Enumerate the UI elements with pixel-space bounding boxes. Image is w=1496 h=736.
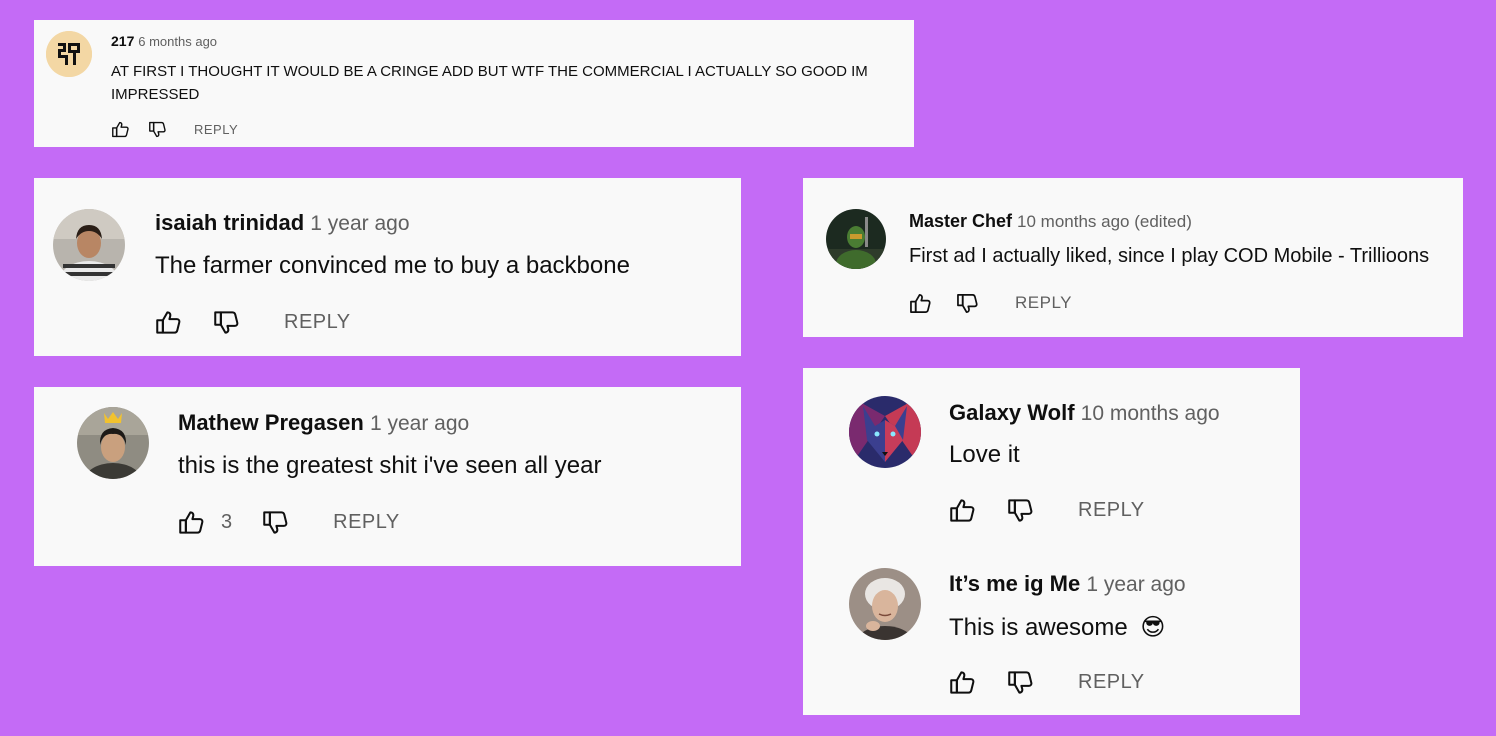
reply-button[interactable]: REPLY <box>1078 671 1145 694</box>
comment-author[interactable]: Master Chef <box>909 211 1012 231</box>
comment-text-row: This is awesome 😎 <box>949 613 1165 642</box>
comment-author[interactable]: Galaxy Wolf <box>949 400 1075 425</box>
dislike-icon[interactable] <box>1007 498 1034 523</box>
pixel-logo-avatar-icon[interactable] <box>46 31 92 77</box>
comment-text: this is the greatest shit i've seen all … <box>178 452 602 479</box>
reply-button[interactable]: REPLY <box>1078 499 1145 522</box>
reply-button[interactable]: REPLY <box>1015 293 1072 313</box>
comment-author[interactable]: isaiah trinidad <box>155 210 304 235</box>
comment-card-1: 217 6 months ago AT FIRST I THOUGHT IT W… <box>34 20 914 147</box>
elderly-woman-avatar-icon[interactable] <box>849 568 921 640</box>
reply-button[interactable]: REPLY <box>194 122 238 137</box>
comment-author[interactable]: 217 <box>111 33 134 49</box>
comment-timestamp[interactable]: 6 months ago <box>138 34 217 49</box>
comment-timestamp[interactable]: 10 months ago <box>1081 402 1220 425</box>
comment-text: Love it <box>949 441 1020 468</box>
reply-button[interactable]: REPLY <box>284 311 351 334</box>
comment-timestamp[interactable]: 10 months ago (edited) <box>1017 212 1192 231</box>
comment-text: AT FIRST I THOUGHT IT WOULD BE A CRINGE … <box>111 60 868 106</box>
person-with-crown-avatar-icon[interactable] <box>77 407 149 479</box>
comment-text: First ad I actually liked, since I play … <box>909 245 1430 267</box>
dislike-icon[interactable] <box>148 121 167 138</box>
dislike-icon[interactable] <box>1007 670 1034 695</box>
person-avatar-icon[interactable] <box>53 209 125 281</box>
like-count: 3 <box>221 510 233 533</box>
comment-text-line-1: AT FIRST I THOUGHT IT WOULD BE A CRINGE … <box>111 63 868 80</box>
comment-timestamp[interactable]: 1 year ago <box>310 212 409 235</box>
comment-author[interactable]: Mathew Pregasen <box>178 410 364 435</box>
comment-author[interactable]: It’s me ig Me <box>949 571 1080 596</box>
dislike-icon[interactable] <box>956 293 979 314</box>
like-icon[interactable] <box>949 670 976 695</box>
sunglasses-emoji-icon: 😎 <box>1140 614 1166 641</box>
wolf-avatar-icon[interactable] <box>849 396 921 468</box>
comment-timestamp[interactable]: 1 year ago <box>1086 573 1185 596</box>
comment-card-3: Mathew Pregasen 1 year ago this is the g… <box>34 387 741 566</box>
comment-text: This is awesome <box>949 614 1128 641</box>
like-icon[interactable] <box>178 510 205 535</box>
dislike-icon[interactable] <box>213 310 240 335</box>
dislike-icon[interactable] <box>262 510 289 535</box>
like-icon[interactable] <box>949 498 976 523</box>
reply-button[interactable]: REPLY <box>333 511 400 534</box>
comment-card-5: Galaxy Wolf 10 months ago Love it REPLY … <box>803 368 1300 715</box>
like-icon[interactable] <box>909 293 932 314</box>
comment-text: The farmer convinced me to buy a backbon… <box>155 252 630 279</box>
like-icon[interactable] <box>111 121 130 138</box>
comment-timestamp[interactable]: 1 year ago <box>370 412 469 435</box>
comment-text-line-2: IMPRESSED <box>111 86 200 103</box>
armored-soldier-avatar-icon[interactable] <box>826 209 886 269</box>
comment-card-2: isaiah trinidad 1 year ago The farmer co… <box>34 178 741 356</box>
comment-card-4: Master Chef 10 months ago (edited) First… <box>803 178 1463 337</box>
like-icon[interactable] <box>155 310 182 335</box>
